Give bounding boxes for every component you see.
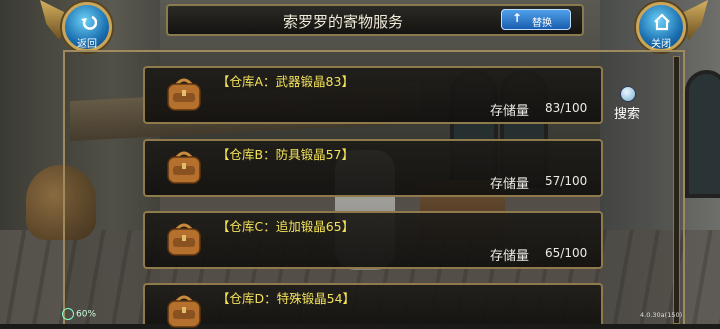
background-window [685,70,720,198]
search-button[interactable]: 搜索 [612,86,650,122]
close-button[interactable]: 关闭 [636,2,686,52]
warehouse-name: 【仓库C：追加锻晶65】 [217,219,355,234]
switch-button[interactable]: ↑ 替换 [501,9,571,30]
bag-icon [167,78,201,111]
close-button-label: 关闭 [651,39,671,50]
back-arrow-icon [81,15,97,30]
capacity-label: 存储量 [490,177,530,192]
switch-button-label: 替换 [532,18,552,29]
back-button[interactable]: 返回 [62,2,112,52]
capacity-value: 57/100 [545,174,588,188]
scrollbar[interactable] [673,56,680,324]
capacity-value: 83/100 [545,101,588,115]
capacity-label: 存储量 [490,249,530,264]
arrow-up-icon: ↑ [512,11,523,25]
warehouse-name: 【仓库A：武器锻晶83】 [217,74,354,89]
warehouse-row[interactable]: 【仓库D：特殊锻晶54】 [143,283,603,328]
battery-indicator: 60% [62,308,96,320]
version-text: 4.0.30a(150) [640,311,683,319]
capacity-value: 65/100 [545,246,588,260]
title-bar: 索罗罗的寄物服务 ↑ 替换 [166,4,584,36]
home-icon [654,13,670,31]
warehouse-name: 【仓库D：特殊锻晶54】 [217,291,356,306]
capacity-label: 存储量 [490,104,530,119]
back-button-label: 返回 [77,39,97,50]
warehouse-row[interactable]: 【仓库A：武器锻晶83】 存储量 83/100 [143,66,603,124]
battery-icon [62,308,74,320]
bag-icon [167,223,201,256]
warehouse-row[interactable]: 【仓库B：防具锻晶57】 存储量 57/100 [143,139,603,197]
warehouse-row[interactable]: 【仓库C：追加锻晶65】 存储量 65/100 [143,211,603,269]
search-label: 搜索 [614,107,641,122]
warehouse-name: 【仓库B：防具锻晶57】 [217,147,354,162]
bag-icon [167,151,201,184]
battery-text: 60% [76,309,97,320]
magnifier-icon [620,86,636,102]
page-title: 索罗罗的寄物服务 [282,13,403,31]
